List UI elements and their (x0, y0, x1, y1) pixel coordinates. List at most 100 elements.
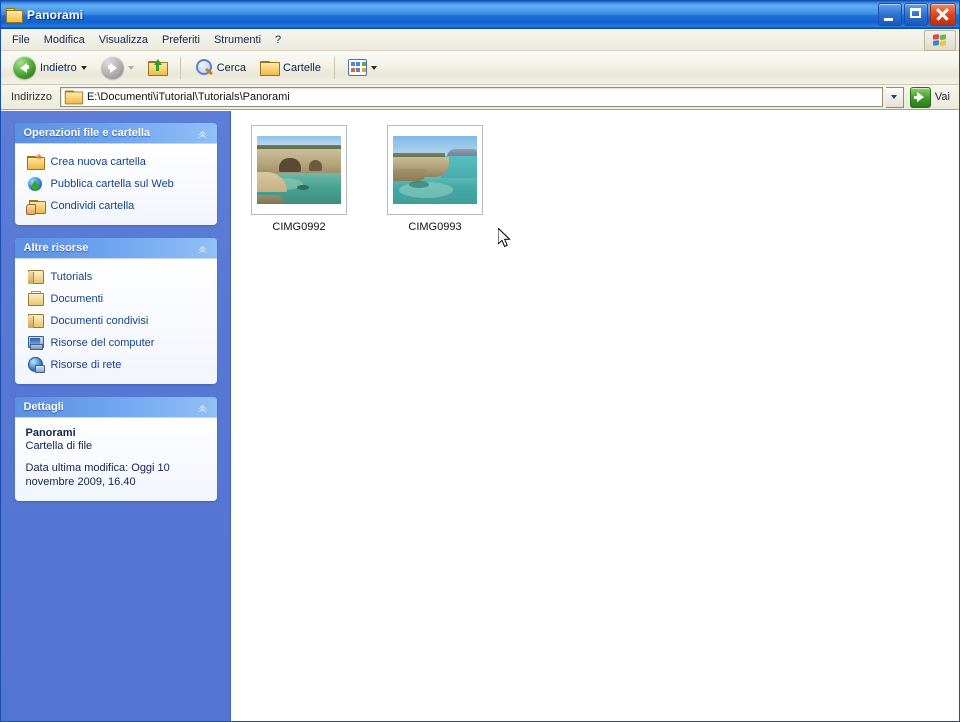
close-button[interactable] (930, 3, 956, 26)
task-sidebar: Operazioni file e cartella Crea nuova ca… (1, 111, 231, 721)
panel-file-folder-tasks: Operazioni file e cartella Crea nuova ca… (14, 123, 217, 225)
new-folder-icon (26, 153, 45, 170)
search-button-label: Cerca (216, 61, 247, 74)
file-name-label: CIMG0992 (272, 221, 326, 233)
place-label: Documenti condivisi (50, 315, 149, 327)
chevron-down-icon[interactable] (370, 65, 377, 70)
panel-header[interactable]: Operazioni file e cartella (14, 123, 217, 144)
details-body: Panorami Cartella di file Data ultima mo… (14, 418, 217, 501)
file-name-label: CIMG0993 (408, 221, 462, 233)
menu-bar: File Modifica Visualizza Preferiti Strum… (1, 29, 959, 51)
publish-web-icon (27, 176, 44, 192)
folder-icon (27, 313, 44, 329)
thumbnail-frame (387, 125, 483, 215)
address-input[interactable]: E:\Documenti\iTutorial\Tutorials\Panoram… (59, 87, 883, 107)
go-button-label: Vai (934, 91, 950, 103)
explorer-window: Panorami File Modifica Visualizza Prefer… (0, 0, 960, 722)
chevron-down-icon[interactable] (127, 65, 134, 70)
share-folder-icon (25, 198, 46, 215)
chevron-up-icon[interactable] (196, 400, 210, 414)
place-risorse-di-rete[interactable]: Risorse di rete (15, 354, 217, 376)
address-dropdown-button[interactable] (885, 86, 904, 108)
windows-flag-icon (924, 30, 956, 51)
panel-title: Dettagli (23, 401, 64, 413)
chevron-down-icon[interactable] (80, 65, 87, 70)
coastal-bay-photo (393, 136, 477, 204)
toolbar: Indietro Cerca Cartelle (1, 51, 959, 85)
file-item[interactable]: CIMG0992 (245, 125, 353, 233)
toolbar-separator (333, 56, 335, 79)
menu-item-preferiti[interactable]: Preferiti (155, 32, 207, 48)
maximize-button[interactable] (904, 3, 928, 26)
back-button[interactable]: Indietro (7, 54, 93, 82)
go-arrow-icon (909, 86, 931, 108)
place-documenti-condivisi[interactable]: Documenti condivisi (15, 310, 217, 332)
menu-item-file[interactable]: File (5, 32, 37, 48)
folder-icon (6, 7, 23, 23)
place-label: Risorse del computer (50, 337, 155, 349)
folders-button[interactable]: Cartelle (254, 54, 327, 82)
task-condividi-cartella[interactable]: Condividi cartella (15, 195, 217, 217)
toolbar-separator (179, 56, 181, 79)
place-label: Tutorials (50, 271, 93, 283)
forward-arrow-icon (100, 56, 124, 79)
window-title: Panorami (27, 7, 84, 22)
place-tutorials[interactable]: Tutorials (15, 266, 217, 288)
file-list-area[interactable]: CIMG0992 CIMG0993 (231, 111, 959, 721)
views-grid-icon (347, 59, 367, 76)
panel-other-places: Altre risorse Tutorials Documenti Docume… (14, 238, 217, 384)
up-button[interactable] (142, 54, 173, 82)
menu-item-modifica[interactable]: Modifica (37, 32, 92, 48)
address-bar: Indirizzo E:\Documenti\iTutorial\Tutoria… (1, 85, 959, 110)
panel-header[interactable]: Dettagli (14, 397, 217, 418)
place-label: Risorse di rete (50, 359, 122, 371)
folder-icon (64, 90, 84, 105)
chevron-down-icon (891, 95, 898, 99)
menu-item-visualizza[interactable]: Visualizza (92, 32, 155, 48)
menu-item-strumenti[interactable]: Strumenti (207, 32, 268, 48)
back-arrow-icon (13, 56, 36, 79)
details-modified-date: Data ultima modifica: Oggi 10 novembre 2… (25, 462, 170, 488)
documents-folder-icon (27, 291, 44, 307)
back-button-label: Indietro (40, 61, 77, 74)
file-item[interactable]: CIMG0993 (381, 125, 489, 233)
minimize-button[interactable] (878, 3, 902, 26)
thumbnail-grid: CIMG0992 CIMG0993 (245, 125, 959, 233)
panel-body: Crea nuova cartella Pubblica cartella su… (14, 144, 217, 225)
title-bar[interactable]: Panorami (1, 1, 959, 29)
forward-button[interactable] (95, 54, 140, 82)
task-pubblica-cartella-sul-web[interactable]: Pubblica cartella sul Web (15, 173, 217, 195)
panel-details: Dettagli Panorami Cartella di file Data … (14, 397, 217, 501)
place-label: Documenti (50, 293, 104, 305)
details-item-type: Cartella di file (25, 440, 93, 452)
place-documenti[interactable]: Documenti (15, 288, 217, 310)
up-folder-icon (147, 58, 168, 76)
thumbnail-frame (251, 125, 347, 215)
menu-item-help[interactable]: ? (268, 32, 288, 48)
panel-title: Altre risorse (23, 242, 89, 254)
computer-icon (27, 335, 44, 351)
folder-icon (27, 269, 44, 285)
address-path-text: E:\Documenti\iTutorial\Tutorials\Panoram… (86, 91, 290, 103)
address-label: Indirizzo (11, 91, 52, 103)
window-controls (878, 3, 956, 26)
place-risorse-del-computer[interactable]: Risorse del computer (15, 332, 217, 354)
coastal-cove-photo (257, 136, 341, 204)
task-label: Pubblica cartella sul Web (50, 178, 174, 190)
details-item-name: Panorami (25, 427, 76, 439)
folders-button-label: Cartelle (283, 61, 321, 74)
views-button[interactable] (342, 54, 383, 82)
chevron-up-icon[interactable] (196, 126, 210, 140)
search-button[interactable]: Cerca (188, 54, 252, 82)
panel-title: Operazioni file e cartella (23, 127, 151, 139)
task-label: Condividi cartella (50, 200, 135, 212)
chevron-up-icon[interactable] (196, 241, 210, 255)
go-button[interactable]: Vai (908, 86, 956, 108)
window-body: Operazioni file e cartella Crea nuova ca… (1, 110, 959, 721)
panel-header[interactable]: Altre risorse (14, 238, 217, 259)
task-label: Crea nuova cartella (50, 156, 146, 168)
folders-icon (260, 60, 281, 76)
network-icon (27, 357, 45, 373)
task-crea-nuova-cartella[interactable]: Crea nuova cartella (15, 151, 217, 173)
panel-body: Tutorials Documenti Documenti condivisi (14, 259, 217, 384)
